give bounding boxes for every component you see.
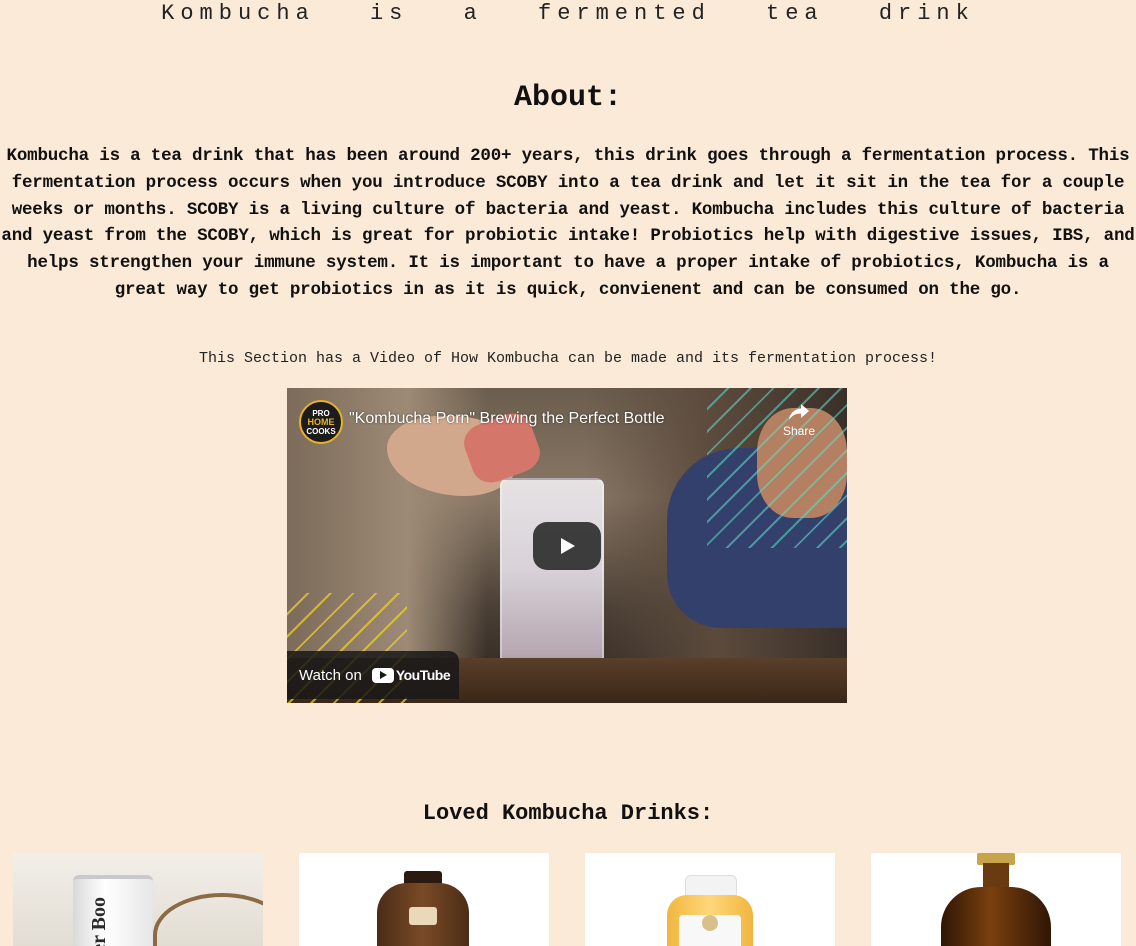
youtube-video-embed[interactable]: PRO HOME COOKS "Kombucha Porn" Brewing t… <box>287 388 847 703</box>
product-image-can: tter Boo <box>73 875 153 946</box>
product-bottle-seal <box>702 915 718 931</box>
youtube-logo: YouTube <box>371 667 451 683</box>
watch-on-label: Watch on <box>299 666 362 684</box>
product-image-tall-amber-bottle <box>941 887 1051 946</box>
video-section-caption: This Section has a Video of How Kombucha… <box>198 350 938 367</box>
youtube-wordmark: YouTube <box>395 667 451 683</box>
play-button[interactable] <box>533 522 601 570</box>
video-thumbnail-stripes-teal <box>707 388 847 548</box>
product-bottle-label <box>409 907 437 925</box>
product-card-4[interactable] <box>871 853 1121 946</box>
product-card-2[interactable] <box>299 853 549 946</box>
product-image-basket <box>153 893 263 946</box>
product-card-3[interactable] <box>585 853 835 946</box>
product-card-1[interactable]: tter Boo <box>13 853 263 946</box>
share-label: Share <box>782 424 816 438</box>
youtube-play-icon <box>371 667 394 683</box>
share-icon <box>789 404 809 420</box>
about-paragraph: Kombucha is a tea drink that has been ar… <box>1 146 1135 300</box>
channel-logo[interactable]: PRO HOME COOKS <box>299 400 343 444</box>
page: Kombucha is a fermented tea drink About:… <box>0 0 1136 946</box>
watch-on-youtube-button[interactable]: Watch on YouTube <box>287 651 459 699</box>
video-title-link[interactable]: "Kombucha Porn" Brewing the Perfect Bott… <box>349 410 665 428</box>
play-icon <box>561 538 575 554</box>
product-can-logo: tter Boo <box>88 897 110 946</box>
channel-logo-line2: HOME <box>307 416 335 427</box>
about-heading: About: <box>513 81 623 115</box>
loved-drinks-heading: Loved Kombucha Drinks: <box>422 801 714 826</box>
channel-logo-line3: COOKS <box>306 426 336 436</box>
share-button[interactable]: Share <box>779 402 819 438</box>
page-tagline: Kombucha is a fermented tea drink <box>161 1 975 26</box>
